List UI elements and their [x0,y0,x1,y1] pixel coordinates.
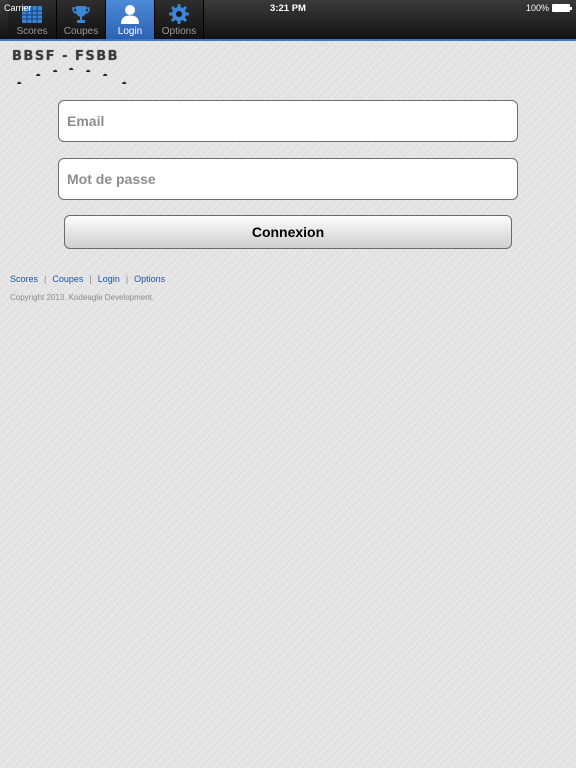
email-field[interactable] [58,100,518,142]
connexion-button[interactable]: Connexion [64,215,512,249]
separator: | [44,274,47,284]
battery-status: 100% [525,3,572,13]
separator: | [89,274,92,284]
footer-link-scores[interactable]: Scores [10,274,38,284]
top-bar: Scores Coupes Login Options Carrier 3:21… [0,0,576,41]
password-field[interactable] [58,158,518,200]
separator: | [125,274,129,284]
footer-link-login[interactable]: Login [98,274,120,284]
battery-percent: 100% [525,3,549,13]
copyright-text: Copyright 2013. Kodeagle Development. [10,293,155,302]
tab-label: Options [161,26,197,37]
footer-nav: Scores | Coupes | Login | Options [10,274,165,284]
footer-link-coupes[interactable]: Coupes [52,274,83,284]
tab-label: Coupes [63,26,99,37]
footer-link-options[interactable]: Options [134,274,165,284]
logo-ball-arc [17,67,127,84]
clock: 3:21 PM [270,3,306,14]
tab-label: Scores [16,26,48,37]
battery-icon [552,4,572,12]
tab-label: Login [117,26,143,37]
